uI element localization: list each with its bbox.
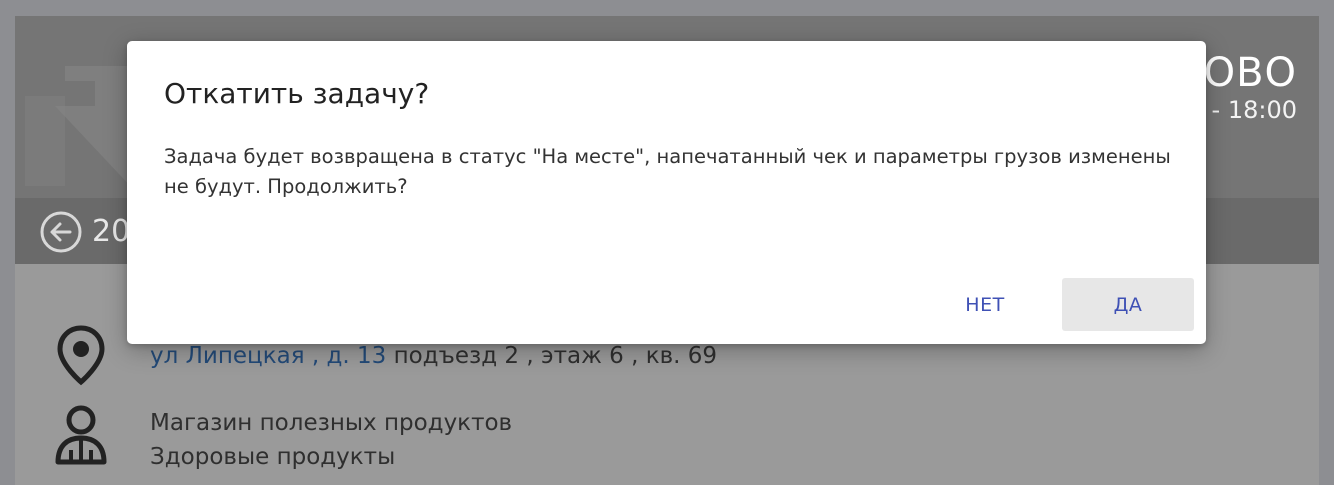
dialog-message: Задача будет возвращена в статус "На мес…	[164, 145, 1171, 198]
no-button[interactable]: НЕТ	[935, 278, 1035, 331]
confirm-dialog: Откатить задачу? Задача будет возвращена…	[127, 41, 1206, 344]
dialog-title: Откатить задачу?	[164, 77, 430, 110]
yes-button[interactable]: ДА	[1062, 278, 1194, 331]
